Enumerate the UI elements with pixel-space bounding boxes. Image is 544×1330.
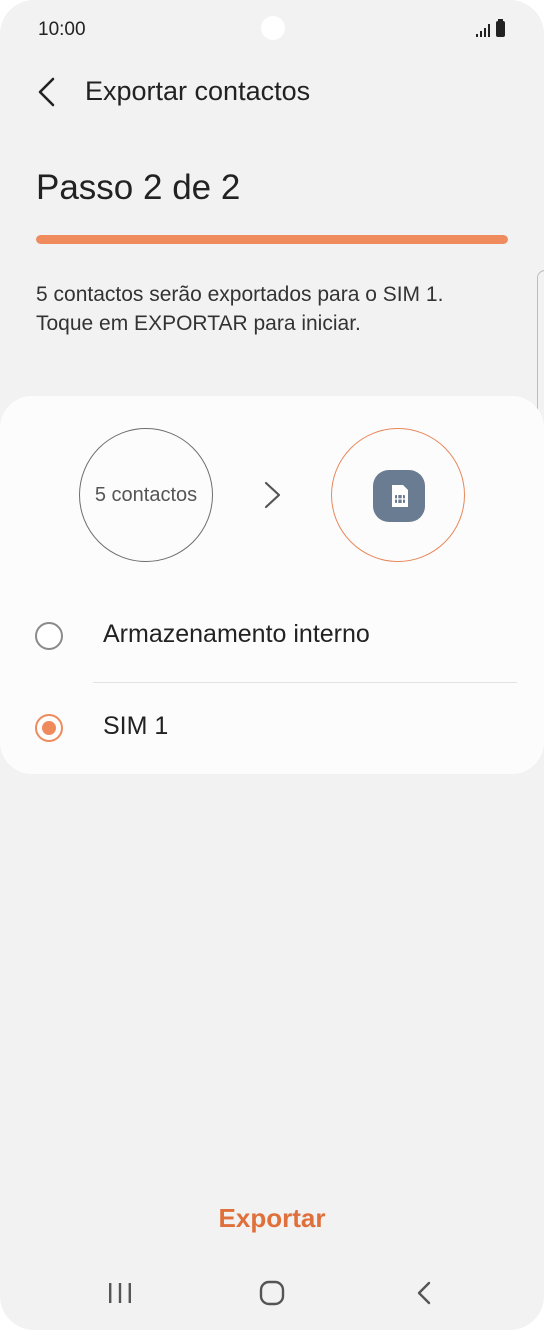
- source-contacts-circle: 5 contactos: [79, 428, 213, 562]
- step-title: Passo 2 de 2: [36, 168, 241, 207]
- chevron-right-icon: [264, 481, 281, 509]
- radio-internal-storage[interactable]: [35, 622, 63, 650]
- front-camera: [261, 16, 285, 40]
- description-line-2: Toque em EXPORTAR para iniciar.: [36, 312, 361, 335]
- page-title: Exportar contactos: [85, 76, 311, 106]
- option-divider: [93, 682, 517, 683]
- option-internal-storage[interactable]: Armazenamento interno: [0, 598, 544, 678]
- description-line-1: 5 contactos serão exportados para o SIM …: [36, 283, 444, 306]
- recent-apps-icon[interactable]: [103, 1278, 137, 1308]
- target-sim-circle: [331, 428, 465, 562]
- app-bar: Exportar contactos: [0, 60, 544, 124]
- signal-icon: [476, 24, 490, 37]
- phone-screen: 10:00 Exportar contactos Passo 2 de 2 5 …: [0, 0, 544, 1330]
- export-description: 5 contactos serão exportados para o SIM …: [36, 280, 516, 338]
- status-bar: 10:00: [0, 0, 544, 60]
- sim-badge: [373, 470, 425, 522]
- back-icon[interactable]: [408, 1276, 442, 1310]
- sim-card-icon: [392, 485, 408, 507]
- home-icon[interactable]: [255, 1276, 289, 1310]
- option-label-internal-storage: Armazenamento interno: [103, 620, 370, 648]
- export-card: 5 contactos Armazenamento interno SIM 1: [0, 396, 544, 774]
- progress-bar: [36, 235, 508, 244]
- back-button[interactable]: [28, 72, 68, 112]
- option-label-sim-1: SIM 1: [103, 712, 169, 740]
- back-arrow-icon: [38, 77, 55, 107]
- radio-sim-1[interactable]: [35, 714, 63, 742]
- status-time: 10:00: [38, 19, 86, 40]
- source-label: 5 contactos: [94, 483, 198, 506]
- export-button[interactable]: Exportar: [172, 1190, 372, 1246]
- battery-icon: [496, 19, 505, 37]
- option-sim-1[interactable]: SIM 1: [0, 690, 544, 770]
- navigation-bar: [0, 1262, 544, 1322]
- progress-fill: [36, 235, 508, 244]
